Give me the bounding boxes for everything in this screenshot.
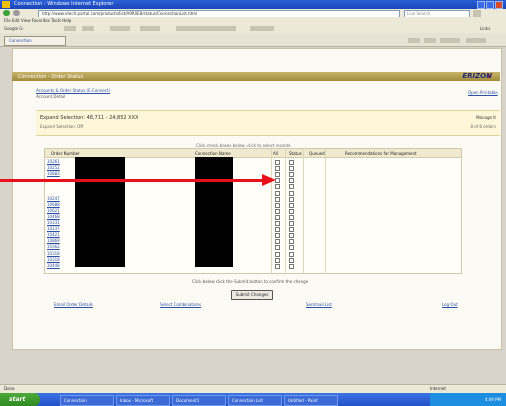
banner: Connection - Order Status [12, 72, 500, 81]
logout-link[interactable]: Log Out [442, 302, 458, 307]
submit-button[interactable]: Submit Changes [231, 290, 273, 300]
minimize-button[interactable] [477, 1, 485, 9]
order-number-link[interactable]: 10318 [47, 257, 60, 262]
tools-menu-button[interactable] [466, 38, 486, 43]
taskbar-item[interactable]: Untitled - Paint [284, 395, 338, 406]
taskbar-item[interactable]: Inbox - Microsoft [116, 395, 170, 406]
status-zone: Internet [430, 386, 446, 391]
page-subheading: Account Detail [36, 94, 66, 99]
order-number-link[interactable]: 10362 [47, 244, 60, 249]
clock: 4:09 PM [484, 397, 501, 402]
toolbar-button[interactable] [140, 26, 160, 31]
annotation-arrow-shaft [0, 179, 262, 182]
order-number-link[interactable]: 10468 [47, 214, 60, 219]
col-queued: Queued [309, 151, 325, 156]
toolbar-button[interactable] [176, 26, 236, 31]
col-status: Status [289, 151, 302, 156]
select-combinations-link[interactable]: Select Combinations [160, 302, 201, 307]
menu-bar: File Edit View Favorites Tools Help [0, 17, 506, 25]
order-number-link[interactable]: 10261 [47, 159, 60, 164]
status-text: Done [4, 386, 15, 391]
printable-link[interactable]: Open Printable [468, 90, 498, 95]
order-number-link[interactable]: 10318 [47, 251, 60, 256]
info-box: Expand Selection: 48,711 - 24,852 XXX Ex… [36, 110, 500, 136]
links-label[interactable]: Links [480, 26, 490, 31]
start-button[interactable]: start [0, 393, 40, 406]
back-icon[interactable] [3, 10, 10, 16]
order-number-link[interactable]: 10252 [47, 165, 60, 170]
order-number-link[interactable]: 10621 [47, 208, 60, 213]
redaction-block [195, 157, 233, 267]
page-menu-button[interactable] [440, 38, 460, 43]
window-title: Connection - Windows Internet Explorer [14, 1, 114, 7]
order-number-link[interactable]: 10247 [47, 196, 60, 201]
order-number-link[interactable]: 10448 [47, 263, 60, 268]
page-heading[interactable]: Accounts & Order Status (E.Connect) [36, 88, 110, 93]
window-title-bar: Connection - Windows Internet Explorer [0, 0, 506, 9]
toolbar-button[interactable] [250, 26, 274, 31]
forward-icon[interactable] [13, 10, 20, 16]
col-connection-name: Connection Name [195, 151, 231, 156]
browser-tab[interactable]: Connection [4, 36, 66, 46]
order-number-link[interactable]: 10869 [47, 238, 60, 243]
banner-title: Connection - Order Status [18, 74, 84, 80]
toolbar-button[interactable] [82, 26, 94, 31]
annotation-arrow-head [262, 174, 276, 186]
status-bar: Done Internet [0, 384, 506, 393]
toolbar-button[interactable] [64, 26, 76, 31]
taskbar-item[interactable]: Connection List [228, 395, 282, 406]
taskbar-item[interactable]: Document1 [172, 395, 226, 406]
order-number-link[interactable]: 10331 [47, 220, 60, 225]
select-checkbox[interactable] [275, 263, 280, 269]
menu-items[interactable]: File Edit View Favorites Tools Help [4, 18, 71, 23]
info-right-top: Manage It [476, 115, 496, 120]
info-right-bottom: 8 of 8 orders [470, 124, 496, 129]
home-icon[interactable] [408, 38, 420, 43]
order-number-link[interactable]: 10688 [47, 202, 60, 207]
redaction-block [75, 157, 125, 267]
info-subtitle: Expand Selection: Off [40, 124, 84, 129]
order-number-link[interactable]: 10237 [47, 226, 60, 231]
sentmail-list-link[interactable]: Sentmail List [306, 302, 332, 307]
close-button[interactable] [495, 1, 503, 9]
col-recommendations: Recommendations for Management [345, 151, 417, 156]
ie-icon [2, 1, 10, 8]
toolbar-button[interactable] [110, 26, 130, 31]
system-tray: 4:09 PM [430, 393, 506, 406]
google-toolbar-label[interactable]: Google G- [4, 26, 24, 31]
maximize-button[interactable] [486, 1, 494, 9]
footer-note: Click below click the Submit button to c… [192, 279, 309, 284]
info-title: Expand Selection: 48,711 - 24,852 XXX [40, 115, 139, 121]
taskbar-item[interactable]: Connection [60, 395, 114, 406]
email-order-details-link[interactable]: Email Order Details [54, 302, 93, 307]
order-number-link[interactable]: 10421 [47, 232, 60, 237]
verizon-logo: V ERIZON [462, 72, 492, 80]
col-order-number: Order Number [51, 151, 80, 156]
col-all: All [273, 151, 278, 156]
google-toolbar: Google G- Links [0, 25, 506, 33]
status-checkbox[interactable] [289, 263, 294, 269]
order-number-link[interactable]: 10883 [47, 171, 60, 176]
search-icon[interactable] [473, 10, 481, 17]
feeds-icon[interactable] [424, 38, 436, 43]
